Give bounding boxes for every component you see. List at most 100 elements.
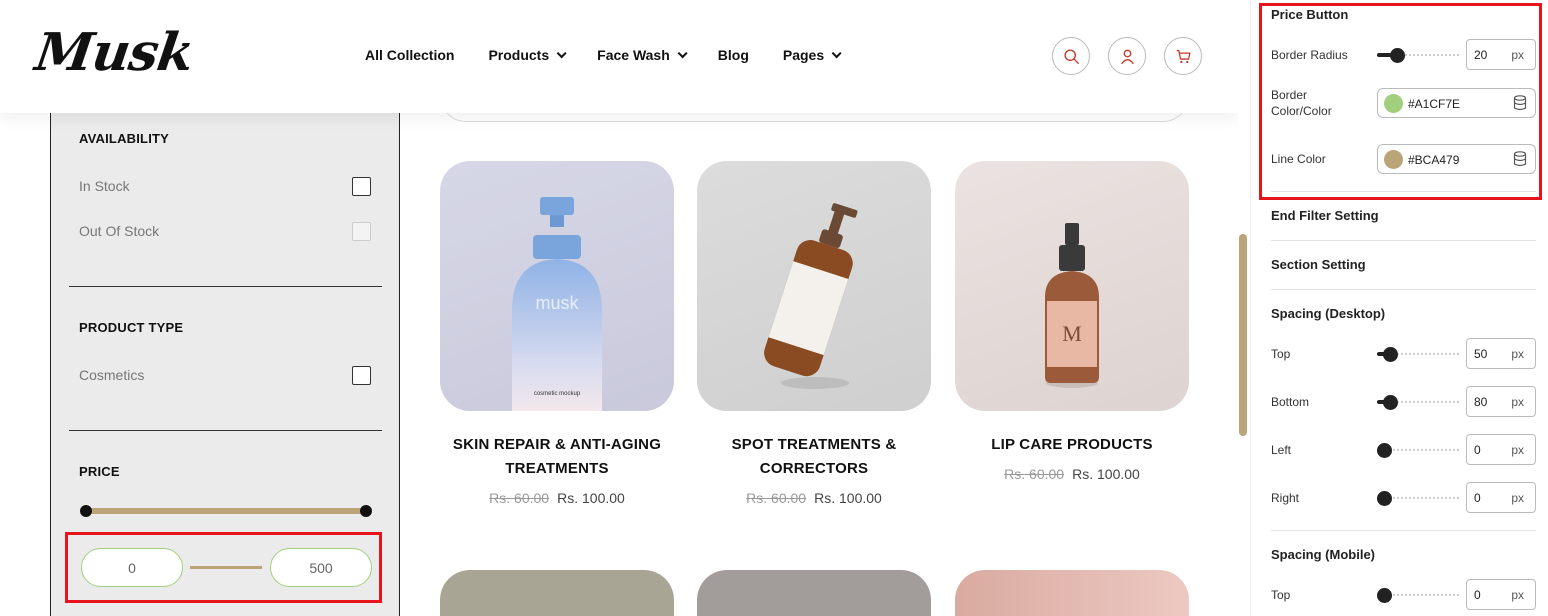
- product-card[interactable]: SPOT TREATMENTS & CORRECTORS Rs. 60.00 Rs.…: [697, 161, 931, 506]
- user-icon: [1120, 49, 1134, 64]
- cosmetics-checkbox[interactable]: [352, 366, 371, 385]
- border-color-label: Border Color/Color: [1271, 87, 1332, 119]
- price-slider-track[interactable]: [85, 508, 367, 514]
- price-inputs-highlight: 0 500: [65, 532, 382, 603]
- spacing-mobile-title: Spacing (Mobile): [1271, 547, 1375, 562]
- slider-handle[interactable]: [1377, 588, 1392, 603]
- unit-label: px: [1511, 443, 1524, 457]
- spacing-bottom-label: Bottom: [1271, 395, 1310, 409]
- database-icon[interactable]: [1513, 151, 1527, 167]
- border-radius-input[interactable]: 20 px: [1466, 39, 1536, 70]
- border-color-picker[interactable]: #A1CF7E: [1377, 88, 1536, 118]
- product-image[interactable]: M: [955, 161, 1189, 411]
- mobile-top-slider[interactable]: [1377, 588, 1459, 603]
- label-line: Border: [1271, 88, 1308, 102]
- price-max-input[interactable]: 500: [270, 548, 372, 587]
- spacing-left-slider[interactable]: [1377, 443, 1459, 458]
- main-nav: All Collection Products Face Wash Blog P…: [365, 47, 872, 63]
- current-price: Rs. 100.00: [557, 490, 625, 506]
- nav-products[interactable]: Products: [488, 47, 567, 63]
- search-button[interactable]: [1052, 37, 1090, 75]
- unit-label: px: [1511, 48, 1524, 62]
- account-button[interactable]: [1108, 37, 1146, 75]
- nav-label: All Collection: [365, 47, 455, 63]
- color-swatch[interactable]: [1384, 150, 1403, 169]
- product-image[interactable]: [697, 570, 931, 616]
- availability-heading: AVAILABILITY: [79, 131, 170, 146]
- product-price: Rs. 60.00 Rs. 100.00: [697, 490, 931, 506]
- color-swatch[interactable]: [1384, 94, 1403, 113]
- preview-scrollbar[interactable]: [1239, 234, 1247, 436]
- cosmetics-label: Cosmetics: [79, 367, 145, 383]
- panel-divider: [1271, 240, 1536, 241]
- input-value: 0: [1474, 588, 1481, 602]
- nav-face-wash[interactable]: Face Wash: [597, 47, 688, 63]
- slider-handle[interactable]: [1377, 443, 1392, 458]
- slider-handle[interactable]: [1390, 48, 1405, 63]
- chevron-down-icon: [831, 47, 842, 58]
- product-price: Rs. 60.00 Rs. 100.00: [440, 490, 674, 506]
- price-button-title: Price Button: [1271, 7, 1349, 22]
- slider-handle[interactable]: [1383, 395, 1398, 410]
- mobile-top-input[interactable]: 0 px: [1466, 579, 1536, 610]
- slider-handle[interactable]: [1377, 491, 1392, 506]
- database-icon[interactable]: [1513, 95, 1527, 111]
- product-type-heading: PRODUCT TYPE: [79, 320, 184, 335]
- product-title[interactable]: SPOT TREATMENTS & CORRECTORS: [697, 433, 931, 481]
- mist-bottle-image: M: [1045, 223, 1099, 388]
- label-line: Color/Color: [1271, 104, 1332, 118]
- in-stock-label: In Stock: [79, 178, 130, 194]
- slider-handle[interactable]: [1383, 347, 1398, 362]
- product-card[interactable]: musk cosmetic mockup SKIN REPAIR & ANTI-…: [440, 161, 674, 506]
- product-image[interactable]: musk cosmetic mockup: [440, 161, 674, 411]
- product-title[interactable]: LIP CARE PRODUCTS: [955, 433, 1189, 457]
- nav-all-collection[interactable]: All Collection: [365, 47, 454, 63]
- unit-label: px: [1511, 347, 1524, 361]
- spacing-top-input[interactable]: 50 px: [1466, 338, 1536, 369]
- chevron-down-icon: [556, 47, 567, 58]
- input-value: 50: [1474, 347, 1488, 361]
- border-radius-slider[interactable]: [1377, 48, 1459, 63]
- screen: Musk All Collection Products Face Wash B…: [0, 0, 1548, 616]
- cart-button[interactable]: [1164, 37, 1202, 75]
- header-icons: [1052, 37, 1202, 75]
- line-color-picker[interactable]: #BCA479: [1377, 144, 1536, 174]
- product-image[interactable]: [955, 570, 1189, 616]
- price-slider-min-handle[interactable]: [80, 505, 92, 517]
- spacing-left-label: Left: [1271, 443, 1292, 457]
- product-image[interactable]: [697, 161, 931, 411]
- product-card[interactable]: M LIP CARE PRODUCTS Rs. 60.00 Rs. 100.00: [955, 161, 1189, 482]
- chevron-down-icon: [677, 47, 688, 58]
- spacing-top-slider[interactable]: [1377, 347, 1459, 362]
- spacing-left-input[interactable]: 0 px: [1466, 434, 1536, 465]
- brand-logo[interactable]: Musk: [32, 22, 197, 83]
- spacing-top-label: Top: [1271, 347, 1291, 361]
- price-range-line: [190, 566, 262, 569]
- panel-divider: [1271, 530, 1536, 531]
- price-min-input[interactable]: 0: [81, 548, 183, 587]
- old-price: Rs. 60.00: [1004, 466, 1065, 482]
- input-value: 80: [1474, 395, 1488, 409]
- nav-pages[interactable]: Pages: [783, 47, 842, 63]
- price-slider-max-handle[interactable]: [360, 505, 372, 517]
- end-filter-setting-title[interactable]: End Filter Setting: [1271, 208, 1379, 223]
- spacing-right-slider[interactable]: [1377, 491, 1459, 506]
- input-value: 0: [1474, 443, 1481, 457]
- old-price: Rs. 60.00: [746, 490, 807, 506]
- nav-blog[interactable]: Blog: [718, 47, 749, 63]
- spacing-bottom-slider[interactable]: [1377, 395, 1459, 410]
- border-radius-label: Border Radius: [1271, 48, 1348, 62]
- bottle-letter-text: M: [1062, 321, 1082, 346]
- out-of-stock-checkbox[interactable]: [352, 222, 371, 241]
- spacing-bottom-input[interactable]: 80 px: [1466, 386, 1536, 417]
- product-title[interactable]: SKIN REPAIR & ANTI-AGING TREATMENTS: [440, 433, 674, 481]
- spacing-right-input[interactable]: 0 px: [1466, 482, 1536, 513]
- in-stock-checkbox[interactable]: [352, 177, 371, 196]
- out-of-stock-label: Out Of Stock: [79, 223, 160, 239]
- section-setting-title[interactable]: Section Setting: [1271, 257, 1366, 272]
- product-image[interactable]: [440, 570, 674, 616]
- pump-bottle-image: [764, 203, 858, 389]
- panel-divider: [1271, 191, 1536, 192]
- filter-divider: [69, 430, 382, 431]
- current-price: Rs. 100.00: [1072, 466, 1140, 482]
